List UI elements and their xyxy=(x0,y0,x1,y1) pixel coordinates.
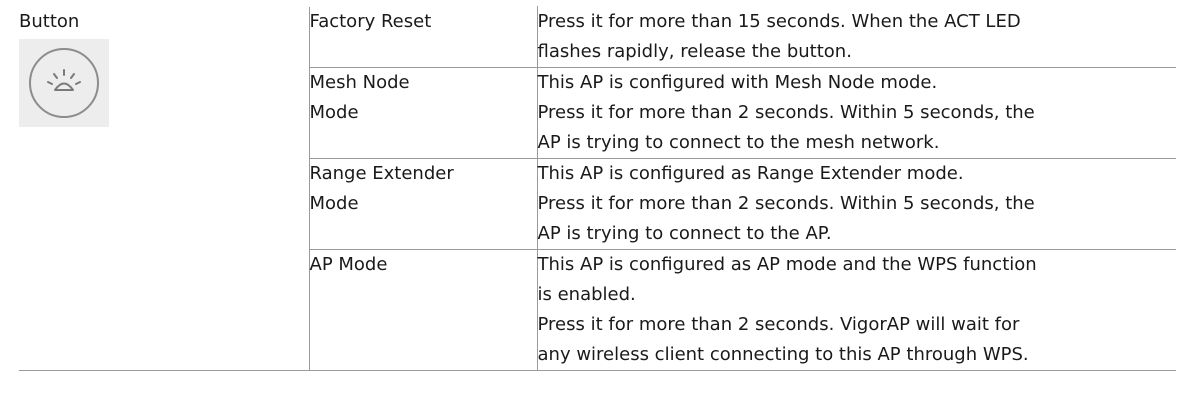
description-line: flashes rapidly, release the button. xyxy=(537,41,852,62)
description-line: AP is trying to connect to the mesh netw… xyxy=(537,132,940,153)
description-line: Press it for more than 2 seconds. Within… xyxy=(537,102,1035,123)
item-cell: Button xyxy=(19,6,309,371)
mode-label: Range Extender Mode xyxy=(309,163,454,214)
description-line: any wireless client connecting to this A… xyxy=(537,344,1029,365)
description-cell: Press it for more than 15 seconds. When … xyxy=(537,6,1176,68)
description-line: Press it for more than 15 seconds. When … xyxy=(537,11,1021,32)
description-line: AP is trying to connect to the AP. xyxy=(537,223,832,244)
description-line: This AP is configured with Mesh Node mod… xyxy=(537,72,938,93)
button-function-table: Button Factory Reset Press it for more t… xyxy=(19,6,1176,371)
description-cell: This AP is configured with Mesh Node mod… xyxy=(537,67,1176,159)
description-line: This AP is configured as Range Extender … xyxy=(537,163,964,184)
mode-label: Mesh Node Mode xyxy=(309,72,410,123)
description-line: is enabled. xyxy=(537,284,636,305)
description-line: Press it for more than 2 seconds. VigorA… xyxy=(537,314,1020,335)
mode-label: Factory Reset xyxy=(309,11,432,32)
mode-cell: Mesh Node Mode xyxy=(308,67,538,159)
mode-label: AP Mode xyxy=(309,254,388,275)
mode-cell: Factory Reset xyxy=(308,6,538,68)
description-cell: This AP is configured as Range Extender … xyxy=(537,158,1176,250)
mode-cell: Range Extender Mode xyxy=(308,158,538,250)
table-row: Button Factory Reset Press it for more t… xyxy=(19,6,1176,371)
mode-cell: AP Mode xyxy=(308,249,538,371)
wps-button-icon xyxy=(19,38,109,127)
description-line: Press it for more than 2 seconds. Within… xyxy=(537,193,1035,214)
description-cell: This AP is configured as AP mode and the… xyxy=(537,249,1176,371)
description-line: This AP is configured as AP mode and the… xyxy=(537,254,1037,275)
item-name: Button xyxy=(19,10,80,32)
